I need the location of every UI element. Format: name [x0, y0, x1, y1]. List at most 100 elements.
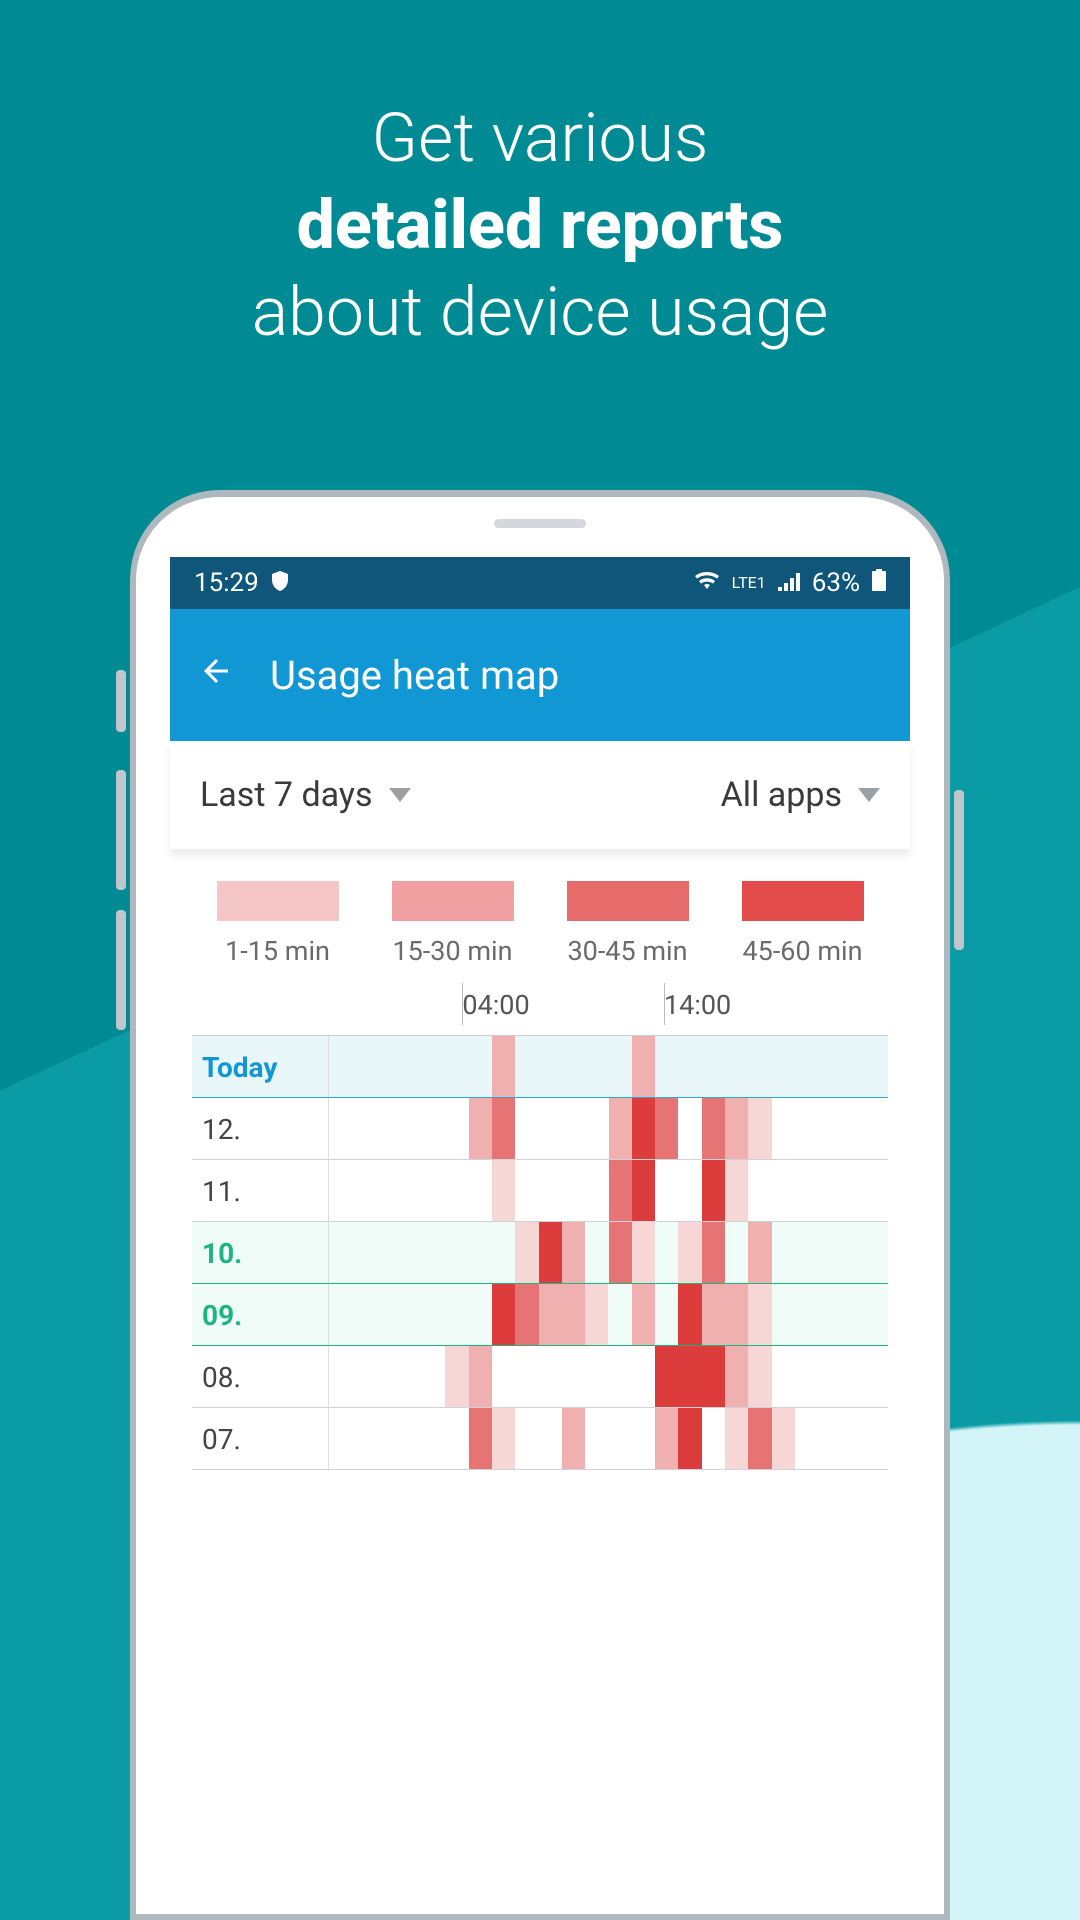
heatmap-cell [702, 1222, 725, 1284]
heatmap-row: 10. [192, 1222, 888, 1284]
heatmap-cell [655, 1098, 678, 1160]
legend-item: 45-60 min [742, 881, 864, 967]
heatmap-row-track [328, 1036, 888, 1098]
heatmap-row: 11. [192, 1160, 888, 1222]
phone-screen: 15:29 LTE1 63% [170, 557, 910, 1914]
legend-label: 30-45 min [567, 935, 687, 967]
heatmap-cell [678, 1346, 701, 1408]
phone-speaker [494, 519, 586, 528]
app-filter-value: All apps [721, 775, 842, 815]
heatmap-cell [632, 1098, 655, 1160]
headline-line2: detailed reports [297, 185, 784, 265]
heatmap-cell [725, 1284, 748, 1346]
heatmap-cell [725, 1160, 748, 1222]
heatmap-cell [539, 1284, 562, 1346]
app-bar: Usage heat map [170, 609, 910, 741]
row-separator [192, 1469, 888, 1470]
date-range-dropdown[interactable]: Last 7 days [200, 775, 411, 815]
heatmap-cell [655, 1408, 678, 1470]
wifi-icon [694, 568, 720, 598]
heatmap-row-track [328, 1284, 888, 1346]
heatmap-cell [748, 1408, 771, 1470]
status-bar: 15:29 LTE1 63% [170, 557, 910, 609]
heatmap-row-label: Today [192, 1036, 328, 1098]
heatmap-legend: 1-15 min 15-30 min 30-45 min 45-60 min [170, 849, 910, 979]
heatmap-cell [725, 1346, 748, 1408]
heatmap-row-label: 10. [192, 1222, 328, 1284]
heatmap-row-track [328, 1346, 888, 1408]
heatmap-cell [678, 1284, 701, 1346]
heatmap-row-track [328, 1160, 888, 1222]
heatmap-cell [492, 1408, 515, 1470]
status-time: 15:29 [194, 568, 259, 598]
heatmap-row: 09. [192, 1284, 888, 1346]
legend-label: 15-30 min [392, 935, 512, 967]
heatmap-cell [702, 1160, 725, 1222]
signal-icon [778, 568, 800, 598]
legend-item: 30-45 min [567, 881, 689, 967]
heatmap-cell [655, 1346, 678, 1408]
heatmap-cell [492, 1098, 515, 1160]
heatmap-cell [609, 1098, 632, 1160]
phone-volume-up [116, 770, 126, 890]
heatmap-row-track [328, 1098, 888, 1160]
legend-swatch [392, 881, 514, 921]
battery-percent: 63% [812, 568, 860, 598]
heatmap-row-label: 07. [192, 1408, 328, 1470]
heatmap-cell [492, 1284, 515, 1346]
heatmap-cell [539, 1222, 562, 1284]
heatmap-row-track [328, 1408, 888, 1470]
back-arrow-icon[interactable] [198, 653, 234, 697]
app-filter-dropdown[interactable]: All apps [721, 775, 880, 815]
phone-volume-down [116, 910, 126, 1030]
heatmap-cell [632, 1284, 655, 1346]
date-range-value: Last 7 days [200, 775, 373, 815]
time-tick: 14:00 [664, 989, 731, 1021]
heatmap-cell [748, 1346, 771, 1408]
legend-swatch [742, 881, 864, 921]
heatmap-cell [748, 1284, 771, 1346]
heatmap-row-label: 08. [192, 1346, 328, 1408]
heatmap-row: Today [192, 1036, 888, 1098]
heatmap-cell [562, 1222, 585, 1284]
heatmap-row-label: 12. [192, 1098, 328, 1160]
page-title: Usage heat map [270, 652, 559, 699]
heatmap-cell [515, 1284, 538, 1346]
filter-bar: Last 7 days All apps [170, 741, 910, 849]
heatmap-cell [469, 1408, 492, 1470]
heatmap-cell [632, 1222, 655, 1284]
shield-icon [271, 568, 289, 598]
heatmap-cell [562, 1408, 585, 1470]
heatmap-cell [515, 1222, 538, 1284]
phone-power-button [954, 790, 964, 950]
legend-swatch [217, 881, 339, 921]
chevron-down-icon [858, 788, 880, 802]
battery-icon [872, 568, 886, 598]
heatmap-row-label: 09. [192, 1284, 328, 1346]
heatmap-cell [678, 1408, 701, 1470]
time-tick: 04:00 [462, 989, 529, 1021]
phone-side-button [116, 670, 126, 732]
network-label: LTE1 [732, 575, 766, 591]
heatmap-cell [469, 1098, 492, 1160]
heatmap-cell [585, 1284, 608, 1346]
heatmap-cell [702, 1284, 725, 1346]
phone-frame: 15:29 LTE1 63% [130, 490, 950, 1920]
legend-item: 15-30 min [392, 881, 514, 967]
heatmap-cell [748, 1222, 771, 1284]
heatmap-row: 08. [192, 1346, 888, 1408]
heatmap-cell [562, 1284, 585, 1346]
heatmap-cell [492, 1160, 515, 1222]
time-axis: 04:00 14:00 [170, 989, 910, 1035]
heatmap-row: 12. [192, 1098, 888, 1160]
heatmap-chart: Today12.11.10.09.08.07. [192, 1035, 888, 1470]
heatmap-cell [609, 1160, 632, 1222]
heatmap-cell [445, 1346, 468, 1408]
heatmap-cell [678, 1222, 701, 1284]
chevron-down-icon [389, 788, 411, 802]
legend-swatch [567, 881, 689, 921]
heatmap-row: 07. [192, 1408, 888, 1470]
marketing-headline: Get various detailed reports about devic… [0, 0, 1080, 356]
legend-label: 1-15 min [225, 935, 330, 967]
heatmap-cell [609, 1222, 632, 1284]
